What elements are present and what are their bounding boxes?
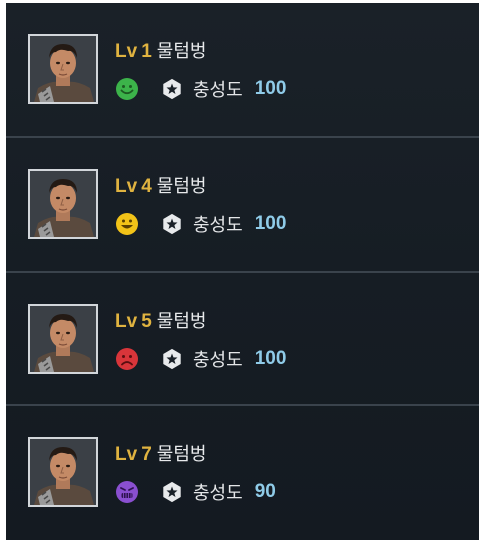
loyalty-badge-icon (163, 481, 181, 503)
unit-title: Lv 5 물텀벙 (115, 310, 206, 334)
unit-stats: 충성도 100 (115, 211, 286, 237)
loyalty-badge-icon (163, 348, 181, 370)
yellow-grin-icon (116, 213, 138, 235)
level-number: 5 (141, 311, 152, 332)
level-prefix: Lv (115, 444, 138, 465)
unit-stats: 충성도 100 (115, 346, 286, 372)
character-portrait (28, 304, 98, 374)
unit-row[interactable]: Lv 7 물텀벙 충성도 90 (6, 406, 479, 539)
unit-row[interactable]: Lv 1 물텀벙 충성도 100 (6, 3, 479, 136)
loyalty-label: 충성도 (193, 483, 243, 504)
red-frown-icon (116, 348, 138, 370)
loyalty-badge-icon (163, 213, 181, 235)
loyalty-value: 100 (254, 213, 287, 234)
unit-name: 물텀벙 (156, 444, 207, 465)
unit-title: Lv 1 물텀벙 (115, 40, 206, 64)
level-prefix: Lv (115, 41, 138, 62)
level-number: 1 (141, 41, 152, 62)
unit-name: 물텀벙 (156, 311, 207, 332)
loyalty-label: 충성도 (193, 80, 243, 101)
unit-name: 물텀벙 (156, 41, 207, 62)
level-prefix: Lv (115, 176, 138, 197)
level-prefix: Lv (115, 311, 138, 332)
unit-title: Lv 7 물텀벙 (115, 443, 206, 467)
loyalty-value: 90 (254, 481, 276, 502)
loyalty-value: 100 (254, 348, 287, 369)
unit-name: 물텀벙 (156, 176, 207, 197)
level-number: 7 (141, 444, 152, 465)
loyalty-label: 충성도 (193, 350, 243, 371)
unit-stats: 충성도 100 (115, 76, 286, 102)
purple-upset-icon (116, 481, 138, 503)
character-portrait (28, 34, 98, 104)
green-smile-icon (116, 78, 138, 100)
unit-title: Lv 4 물텀벙 (115, 175, 206, 199)
character-portrait (28, 437, 98, 507)
unit-row[interactable]: Lv 5 물텀벙 충성도 100 (6, 273, 479, 406)
loyalty-label: 충성도 (193, 215, 243, 236)
unit-row[interactable]: Lv 4 물텀벙 충성도 100 (6, 138, 479, 271)
unit-stats: 충성도 90 (115, 479, 276, 505)
level-number: 4 (141, 176, 152, 197)
unit-list-panel: Lv 1 물텀벙 충성도 100 Lv 4 물텀벙 충성도 100 Lv 5 물… (6, 3, 479, 540)
loyalty-value: 100 (254, 78, 287, 99)
loyalty-badge-icon (163, 78, 181, 100)
character-portrait (28, 169, 98, 239)
